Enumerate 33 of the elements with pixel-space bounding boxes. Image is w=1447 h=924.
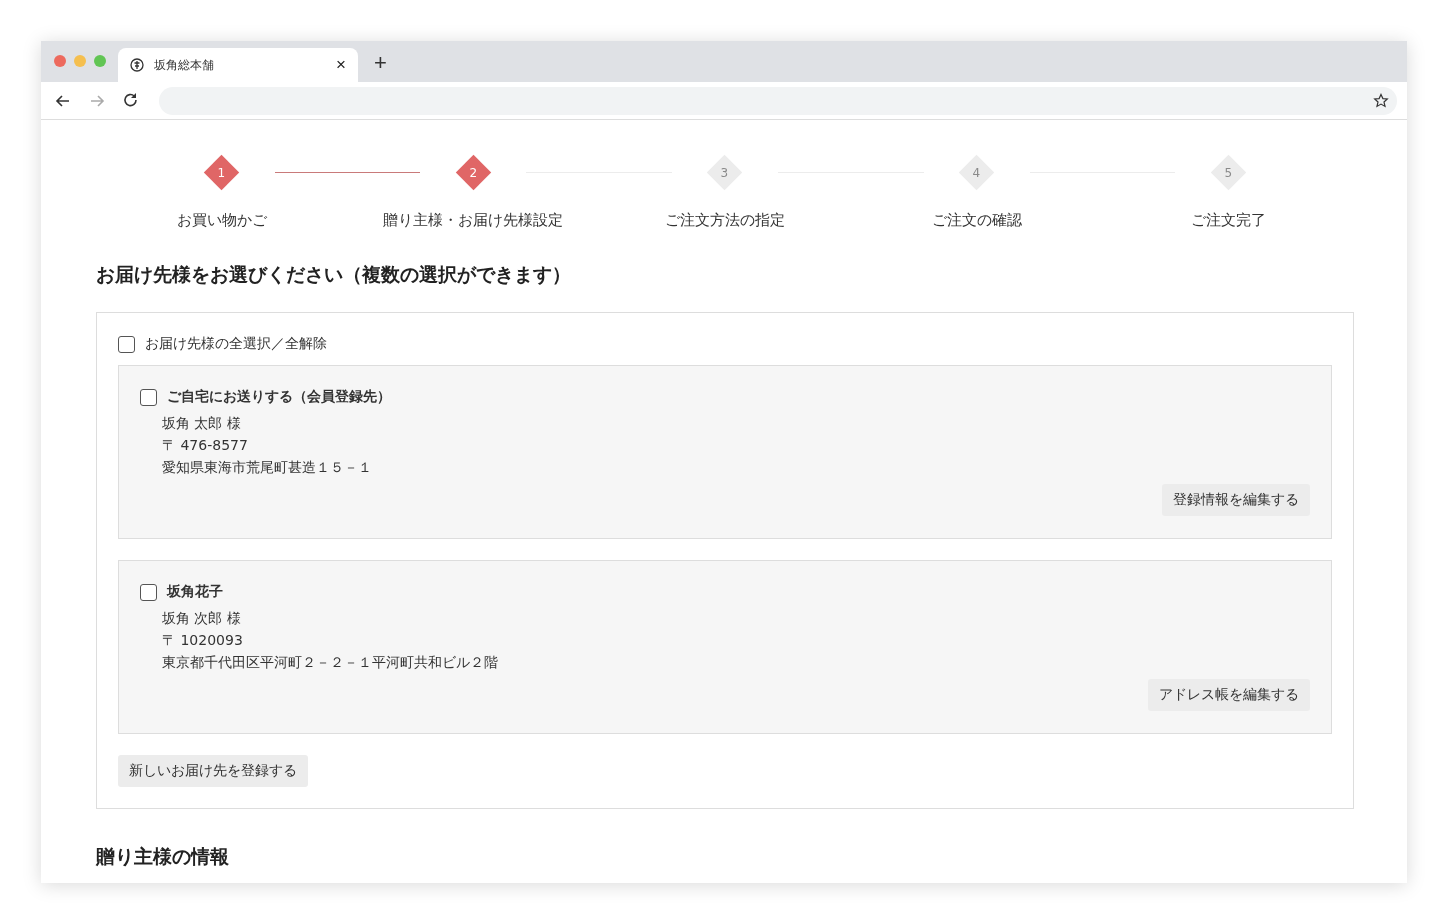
recipient-name: 坂角 太郎 様 bbox=[162, 414, 241, 433]
postal-code: 〒 476-8577 bbox=[162, 436, 248, 455]
street-address: 愛知県東海市荒尾町甚造１５－１ bbox=[162, 458, 372, 477]
browser-tab[interactable]: 坂角総本舗 × bbox=[118, 48, 358, 82]
step-marker: 5 bbox=[1210, 154, 1246, 191]
recipient-name: 坂角 次郎 様 bbox=[162, 609, 241, 628]
new-tab-button[interactable]: + bbox=[370, 49, 391, 76]
step-label: 贈り主様・お届け先様設定 bbox=[383, 211, 564, 230]
select-all-label: お届け先様の全選択／全解除 bbox=[145, 335, 327, 353]
step-marker: 2 bbox=[455, 154, 492, 191]
site-icon bbox=[130, 58, 144, 72]
street-address: 東京都千代田区平河町２－２－１平河町共和ビル２階 bbox=[162, 653, 498, 672]
step-label: ご注文の確認 bbox=[931, 211, 1022, 230]
checkbox[interactable] bbox=[140, 388, 157, 406]
checkbox[interactable] bbox=[118, 335, 135, 353]
step-label: お買い物かご bbox=[176, 211, 267, 230]
section-heading: 贈り主様の情報 bbox=[96, 844, 230, 869]
address-title: 坂角花子 bbox=[167, 583, 223, 601]
step-marker: 4 bbox=[958, 154, 995, 191]
edit-button[interactable]: 登録情報を編集する bbox=[1162, 484, 1310, 516]
tab-title: 坂角総本舗 bbox=[154, 56, 215, 74]
step-label: ご注文方法の指定 bbox=[665, 211, 785, 230]
step-marker: 1 bbox=[204, 154, 240, 191]
add-address-button[interactable]: 新しいお届け先を登録する bbox=[118, 755, 308, 787]
tab-close-button[interactable]: × bbox=[334, 55, 348, 75]
checkbox[interactable] bbox=[140, 583, 157, 601]
step-marker: 3 bbox=[707, 154, 743, 191]
bookmark-star-icon[interactable] bbox=[1373, 92, 1389, 109]
postal-code: 〒 1020093 bbox=[162, 631, 243, 650]
step-label: ご注文完了 bbox=[1190, 211, 1266, 230]
address-title: ご自宅にお送りする（会員登録先） bbox=[167, 388, 391, 406]
edit-button[interactable]: アドレス帳を編集する bbox=[1148, 679, 1310, 711]
section-heading: お届け先様をお選びください（複数の選択ができます） bbox=[96, 262, 572, 287]
